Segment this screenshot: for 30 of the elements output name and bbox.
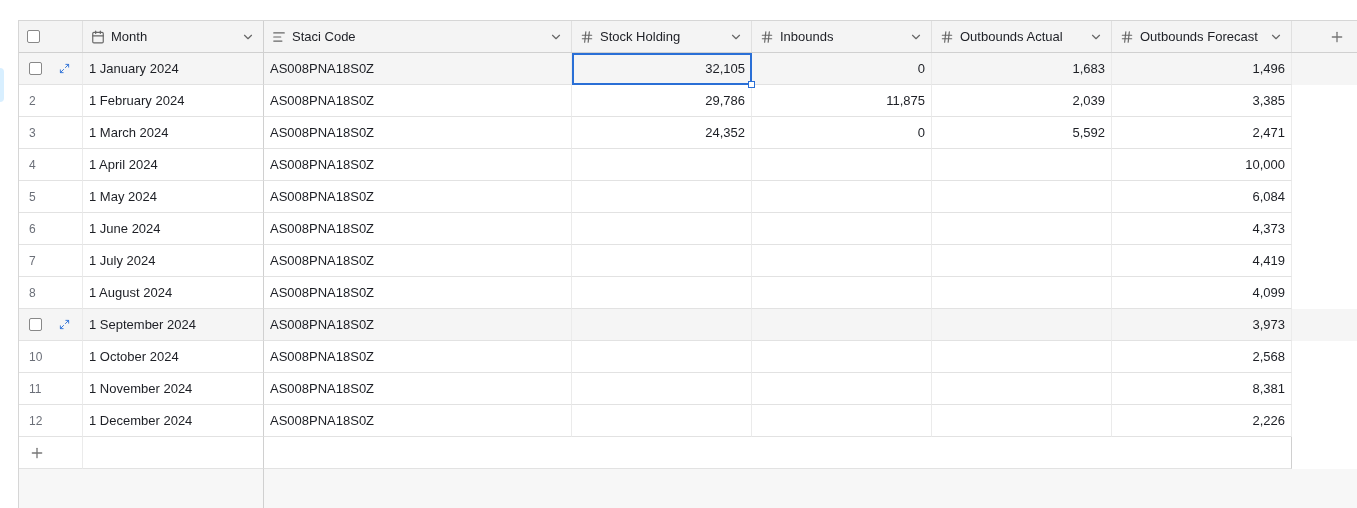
row-number: 12: [29, 413, 43, 428]
column-header[interactable]: Outbounds Actual: [932, 21, 1112, 52]
hash-icon: [940, 29, 954, 44]
row-checkbox[interactable]: [29, 62, 42, 75]
select-all-checkbox[interactable]: [27, 30, 40, 43]
column-header[interactable]: Month: [83, 21, 264, 52]
row-number: 4: [29, 157, 36, 172]
column-header[interactable]: Inbounds: [752, 21, 932, 52]
expand-icon[interactable]: [59, 63, 70, 74]
calendar-icon: [91, 29, 105, 44]
sidebar-highlight: [0, 68, 4, 102]
row-number: 10: [29, 349, 43, 364]
text-lines-icon: [272, 29, 286, 44]
row-number: 5: [29, 189, 36, 204]
hash-icon: [760, 29, 774, 44]
hash-icon: [580, 29, 594, 44]
hash-icon: [1120, 29, 1134, 44]
column-header[interactable]: Stock Holding: [572, 21, 752, 52]
row-number: 2: [29, 93, 36, 108]
row-checkbox[interactable]: [29, 318, 42, 331]
row-number: 6: [29, 221, 36, 236]
row-number: 8: [29, 285, 36, 300]
column-header[interactable]: Staci Code: [264, 21, 572, 52]
column-header[interactable]: Outbounds Forecast: [1112, 21, 1292, 52]
row-number: 7: [29, 253, 36, 268]
row-number: 3: [29, 125, 36, 140]
expand-icon[interactable]: [59, 319, 70, 330]
fill-handle[interactable]: [748, 81, 755, 88]
row-number: 11: [29, 381, 42, 396]
table-cell: 32,105: [572, 53, 752, 85]
